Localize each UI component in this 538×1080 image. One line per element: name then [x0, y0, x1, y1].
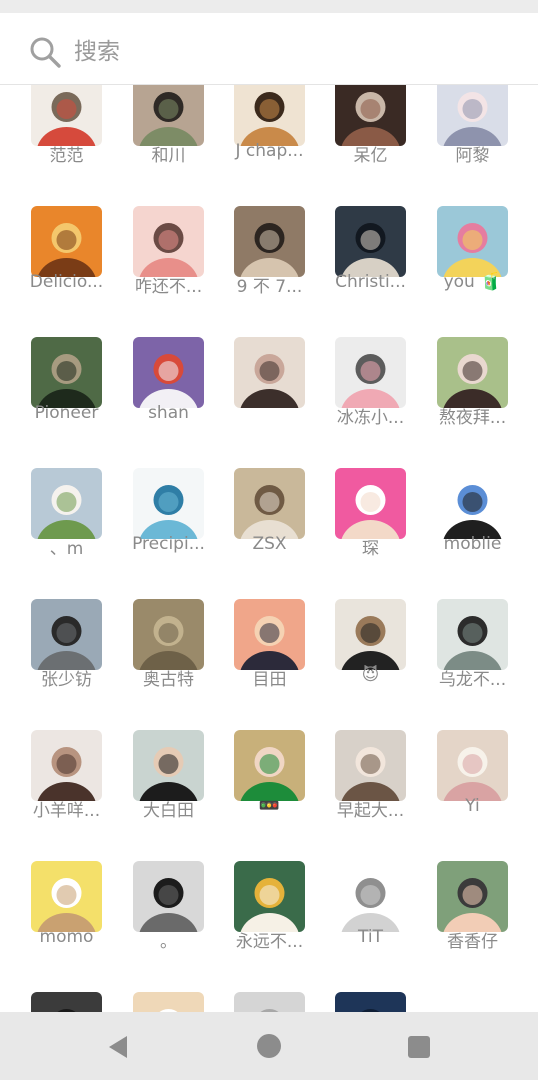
avatar[interactable] [335, 992, 406, 1012]
avatar[interactable] [437, 861, 508, 932]
avatar[interactable] [335, 337, 406, 408]
home-icon[interactable] [257, 1034, 281, 1058]
avatar[interactable] [437, 599, 508, 670]
avatar[interactable] [133, 599, 204, 670]
avatar[interactable] [133, 206, 204, 277]
friend-name: 奥古特 [143, 670, 194, 690]
avatar[interactable] [335, 206, 406, 277]
friend-name: 范范 [49, 146, 84, 166]
back-icon[interactable] [106, 1034, 132, 1060]
avatar[interactable] [31, 206, 102, 277]
friend-name: Yi [465, 796, 480, 816]
friend-name: 目田 [252, 670, 287, 690]
avatar[interactable] [437, 468, 508, 539]
avatar[interactable] [437, 85, 508, 146]
search-bar[interactable]: 搜索 [0, 13, 538, 85]
friend-name: 。 [160, 932, 177, 952]
friend-name: J chap... [235, 141, 304, 161]
avatar[interactable] [335, 730, 406, 801]
friend-name: 永远不... [235, 932, 304, 952]
avatar[interactable] [133, 85, 204, 146]
avatar[interactable] [234, 85, 305, 146]
friend-name: 和川 [151, 146, 186, 166]
avatar[interactable] [31, 85, 102, 146]
friend-name: 咋还不... [134, 277, 203, 297]
friend-name: you 🧃 [443, 272, 502, 292]
status-bar [0, 0, 538, 13]
friend-name: 熬夜拜... [438, 408, 507, 428]
friend-grid: 范范 和川 J chap... 呆亿 阿黎 Delicio... 咋还不... 9 不 7..… [0, 85, 538, 1012]
friend-name: 🚥 [258, 796, 281, 816]
avatar[interactable] [133, 861, 204, 932]
avatar[interactable] [335, 85, 406, 146]
avatar[interactable] [31, 992, 102, 1012]
avatar[interactable] [31, 730, 102, 801]
avatar[interactable] [31, 337, 102, 408]
friend-name: momo [39, 927, 94, 947]
friend-name: 香香仔 [447, 932, 498, 952]
search-icon [30, 37, 61, 68]
friend-name: 张少钫 [41, 670, 92, 690]
avatar[interactable] [437, 730, 508, 801]
avatar[interactable] [234, 599, 305, 670]
avatar[interactable] [234, 468, 305, 539]
friend-name: 阿黎 [455, 146, 490, 166]
friend-name: 小羊咩... [32, 801, 101, 821]
friend-name: Precipi... [132, 534, 205, 554]
recent-apps-icon[interactable] [408, 1036, 430, 1058]
friend-name: ZSX [252, 534, 287, 554]
friend-name: TiT [358, 927, 383, 947]
friend-name: 9 不 7... [236, 277, 303, 297]
avatar[interactable] [31, 468, 102, 539]
friend-name: Christi... [335, 272, 406, 292]
friend-name: 大白田 [143, 801, 194, 821]
friend-name: 😈 [361, 665, 380, 685]
friend-name: Pioneer [34, 403, 99, 423]
avatar[interactable] [133, 468, 204, 539]
search-input[interactable]: 搜索 [74, 35, 120, 69]
friend-name: Delicio... [29, 272, 104, 292]
friend-name: 呆亿 [353, 146, 388, 166]
avatar[interactable] [335, 861, 406, 932]
avatar[interactable] [31, 599, 102, 670]
avatar[interactable] [234, 730, 305, 801]
avatar[interactable] [234, 861, 305, 932]
friend-name: shan [148, 403, 189, 423]
friend-name: 琛 [362, 539, 379, 559]
avatar[interactable] [234, 206, 305, 277]
friend-name: moblie [443, 534, 502, 554]
avatar[interactable] [335, 468, 406, 539]
friend-name: 、m [49, 539, 84, 559]
avatar[interactable] [133, 992, 204, 1012]
friend-name: 冰冻小... [336, 408, 405, 428]
avatar[interactable] [437, 337, 508, 408]
navigation-bar [0, 1012, 538, 1080]
avatar[interactable] [31, 861, 102, 932]
avatar[interactable] [234, 337, 305, 408]
friend-name: 早起大... [336, 801, 405, 821]
avatar[interactable] [335, 599, 406, 670]
avatar[interactable] [234, 992, 305, 1012]
friend-name: 乌龙不... [438, 670, 507, 690]
avatar[interactable] [437, 206, 508, 277]
avatar[interactable] [133, 730, 204, 801]
avatar[interactable] [133, 337, 204, 408]
